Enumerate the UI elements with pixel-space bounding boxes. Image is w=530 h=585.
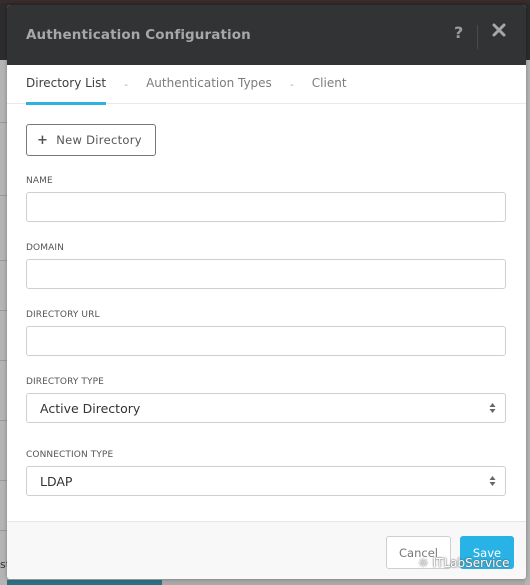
connection-type-select[interactable]: LDAP bbox=[26, 466, 506, 496]
connection-type-value: LDAP bbox=[40, 473, 73, 489]
header-divider bbox=[477, 25, 478, 49]
new-directory-label: New Directory bbox=[56, 133, 142, 147]
domain-label: DOMAIN bbox=[26, 243, 64, 253]
connection-type-field-group: CONNECTION TYPE LDAP bbox=[26, 450, 506, 496]
watermark: ☼ ITLabService bbox=[418, 556, 509, 570]
directory-type-select[interactable]: Active Directory bbox=[26, 393, 506, 423]
background-app-left bbox=[0, 60, 7, 585]
tab-client[interactable]: Client bbox=[312, 65, 347, 104]
wechat-icon: ☼ bbox=[418, 556, 429, 570]
close-button[interactable] bbox=[491, 22, 511, 44]
plus-icon: + bbox=[37, 132, 49, 148]
modal-title: Authentication Configuration bbox=[26, 27, 251, 43]
close-icon bbox=[492, 23, 506, 37]
connection-type-label: CONNECTION TYPE bbox=[26, 450, 114, 460]
modal-footer: Cancel Save bbox=[7, 521, 526, 579]
help-button[interactable]: ? bbox=[454, 23, 463, 42]
modal-body: + New Directory bbox=[7, 104, 526, 156]
modal-header: Authentication Configuration ? bbox=[7, 5, 526, 65]
directory-url-input[interactable] bbox=[26, 326, 506, 356]
tab-separator: - bbox=[124, 77, 129, 91]
authentication-configuration-modal: Authentication Configuration ? Directory… bbox=[7, 5, 526, 579]
directory-url-label: DIRECTORY URL bbox=[26, 310, 100, 320]
domain-input[interactable] bbox=[26, 259, 506, 289]
background-progress-bar bbox=[7, 580, 162, 585]
new-directory-button[interactable]: + New Directory bbox=[26, 124, 156, 156]
name-field-group: NAME bbox=[26, 176, 506, 222]
tab-directory-list[interactable]: Directory List bbox=[26, 65, 107, 105]
name-input[interactable] bbox=[26, 192, 506, 222]
name-label: NAME bbox=[26, 176, 53, 186]
tab-separator: - bbox=[289, 77, 294, 91]
domain-field-group: DOMAIN bbox=[26, 243, 506, 289]
directory-type-field-group: DIRECTORY TYPE Active Directory bbox=[26, 377, 506, 423]
select-arrows-icon bbox=[489, 476, 496, 486]
tab-bar: Directory List - Authentication Types - … bbox=[7, 65, 526, 105]
select-arrows-icon bbox=[489, 403, 496, 413]
directory-url-field-group: DIRECTORY URL bbox=[26, 310, 506, 356]
watermark-text: ITLabService bbox=[432, 556, 510, 570]
directory-type-value: Active Directory bbox=[40, 400, 141, 416]
directory-type-label: DIRECTORY TYPE bbox=[26, 377, 104, 387]
tab-authentication-types[interactable]: Authentication Types bbox=[146, 65, 272, 104]
